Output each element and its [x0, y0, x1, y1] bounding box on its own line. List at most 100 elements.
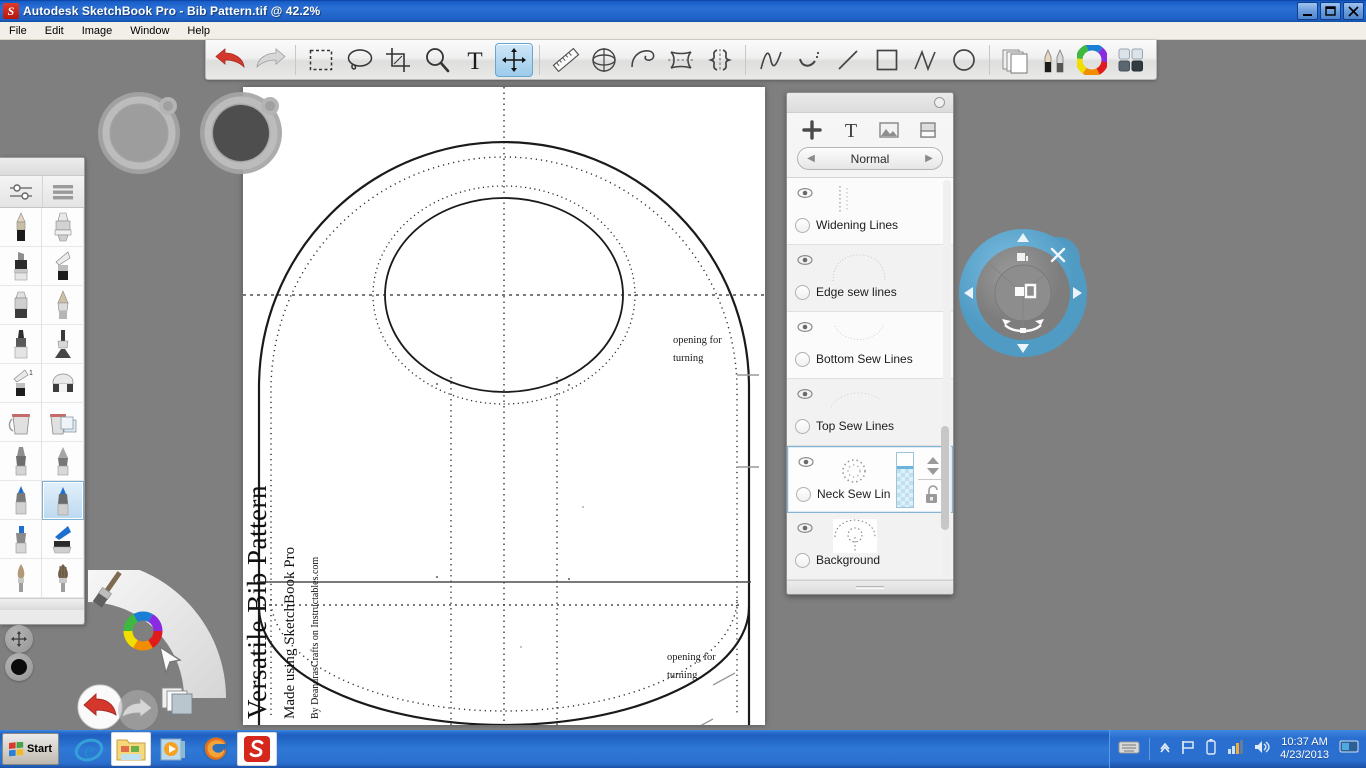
transform-tool[interactable]	[494, 42, 534, 77]
brush-chisel-marker[interactable]	[42, 208, 84, 247]
undo-button[interactable]	[212, 43, 251, 77]
tray-volume-icon[interactable]	[1253, 739, 1271, 760]
maximize-button[interactable]	[1320, 2, 1341, 20]
layer-top-sew-lines[interactable]: Top Sew Lines	[787, 379, 953, 446]
brush-airbrush[interactable]	[0, 325, 42, 364]
symmetry-y-tool[interactable]	[700, 43, 739, 77]
color-swatches-button[interactable]	[1112, 43, 1151, 77]
lagoon-layers-button[interactable]	[160, 682, 198, 723]
layer-select-radio[interactable]	[795, 553, 810, 568]
lagoon-brush-button[interactable]	[88, 567, 128, 618]
taskbar-windows-explorer[interactable]	[111, 732, 151, 766]
tray-battery-icon[interactable]	[1205, 738, 1217, 761]
layer-visibility-toggle[interactable]	[797, 320, 813, 338]
brush-spray[interactable]	[42, 325, 84, 364]
french-curve-tool[interactable]	[623, 43, 662, 77]
brush-soft-pen[interactable]	[42, 286, 84, 325]
rectangle-select-tool[interactable]	[302, 43, 341, 77]
add-note-layer-button[interactable]	[913, 117, 943, 143]
lasso-select-tool[interactable]	[341, 43, 380, 77]
layer-widening-lines[interactable]: Widening Lines	[787, 178, 953, 245]
layers-panel-button[interactable]	[996, 43, 1035, 77]
brush-color-puck[interactable]	[5, 653, 33, 681]
layer-select-radio[interactable]	[795, 285, 810, 300]
layer-list-scrollbar[interactable]	[941, 180, 951, 578]
minimize-button[interactable]	[1297, 2, 1318, 20]
menu-image[interactable]: Image	[73, 24, 122, 38]
brush-gray-sharp-pen[interactable]	[42, 442, 84, 481]
layer-neck-sew-lines[interactable]: Neck Sew Lin	[787, 446, 953, 513]
layers-panel-titlebar[interactable]	[787, 93, 953, 113]
brush-eraser-hard[interactable]	[0, 286, 42, 325]
brush-layer-fill[interactable]	[42, 403, 84, 442]
brush-flat-marker[interactable]	[42, 247, 84, 286]
brush-blue-pen[interactable]	[0, 481, 42, 520]
layer-opacity-slider[interactable]	[896, 452, 914, 508]
brush-soft-brush[interactable]	[0, 559, 42, 598]
layer-list-scroll-thumb[interactable]	[941, 426, 949, 530]
tray-expand-icon[interactable]	[1159, 740, 1171, 759]
symmetry-xy-tool[interactable]	[662, 43, 701, 77]
taskbar-firefox[interactable]	[195, 732, 235, 766]
taskbar-sketchbook[interactable]	[237, 732, 277, 766]
layer-visibility-toggle[interactable]	[798, 455, 814, 473]
zoom-tool[interactable]	[418, 43, 457, 77]
layer-visibility-toggle[interactable]	[797, 253, 813, 271]
brush-blue-marker[interactable]	[0, 520, 42, 559]
brush-block-eraser[interactable]	[42, 364, 84, 403]
steady-stroke-tool[interactable]	[790, 43, 829, 77]
gear-circle-icon[interactable]	[934, 97, 945, 108]
layer-select-radio[interactable]	[795, 419, 810, 434]
line-tool[interactable]	[829, 43, 868, 77]
ruler-tool[interactable]	[546, 43, 585, 77]
menu-window[interactable]: Window	[121, 24, 178, 38]
drawing-canvas[interactable]: Versatile Bib Pattern Made using SketchB…	[243, 87, 765, 725]
text-tool[interactable]: T	[456, 43, 495, 77]
show-desktop-button[interactable]	[1338, 738, 1360, 761]
layer-bottom-sew-lines[interactable]: Bottom Sew Lines	[787, 312, 953, 379]
predictive-stroke-tool[interactable]	[752, 43, 791, 77]
layer-select-radio[interactable]	[795, 352, 810, 367]
layer-visibility-toggle[interactable]	[797, 521, 813, 539]
brush-palette-button[interactable]	[1035, 43, 1074, 77]
add-image-layer-button[interactable]	[874, 117, 904, 143]
taskbar-media-player[interactable]	[153, 732, 193, 766]
layer-visibility-toggle[interactable]	[797, 186, 813, 204]
start-button[interactable]: Start	[2, 733, 59, 765]
rectangle-shape-tool[interactable]	[867, 43, 906, 77]
taskbar-internet-explorer[interactable]: e	[69, 732, 109, 766]
ellipse-shape-tool[interactable]	[945, 43, 984, 77]
redo-button[interactable]	[251, 43, 290, 77]
add-text-layer-button[interactable]: T	[836, 117, 866, 143]
brush-library-tab[interactable]	[41, 176, 85, 207]
add-layer-button[interactable]	[797, 117, 827, 143]
brush-blue-wide-marker[interactable]	[42, 520, 84, 559]
layer-visibility-toggle[interactable]	[797, 387, 813, 405]
layer-select-radio[interactable]	[795, 218, 810, 233]
menu-edit[interactable]: Edit	[36, 24, 73, 38]
tray-keyboard-icon[interactable]	[1118, 738, 1140, 761]
blend-mode-prev-button[interactable]: ◀	[798, 153, 824, 164]
resize-grip[interactable]	[856, 586, 884, 589]
menu-file[interactable]: File	[0, 24, 36, 38]
brush-size-canvas-puck[interactable]	[96, 88, 186, 183]
polyline-tool[interactable]	[906, 43, 945, 77]
brush-blue-sharp-pen[interactable]	[42, 481, 84, 520]
brush-flat-eraser[interactable]: 1	[0, 364, 42, 403]
layer-opacity-handle[interactable]	[897, 453, 913, 469]
close-button[interactable]	[1343, 2, 1364, 20]
brush-size-puck[interactable]	[5, 625, 33, 653]
transform-puck[interactable]	[955, 225, 1091, 361]
brush-marker[interactable]	[0, 247, 42, 286]
brush-gray-pen[interactable]	[0, 442, 42, 481]
lagoon-select-button[interactable]	[152, 643, 186, 684]
brush-paint-bucket[interactable]	[0, 403, 42, 442]
color-wheel-button[interactable]	[1073, 43, 1112, 77]
ellipse-guide-tool[interactable]	[585, 43, 624, 77]
brush-palette-titlebar[interactable]	[0, 158, 84, 176]
layer-background[interactable]: Background	[787, 513, 953, 580]
brush-properties-tab[interactable]	[0, 176, 42, 207]
tray-flag-icon[interactable]	[1180, 739, 1196, 760]
crop-tool[interactable]	[379, 43, 418, 77]
layer-select-radio[interactable]	[796, 487, 811, 502]
